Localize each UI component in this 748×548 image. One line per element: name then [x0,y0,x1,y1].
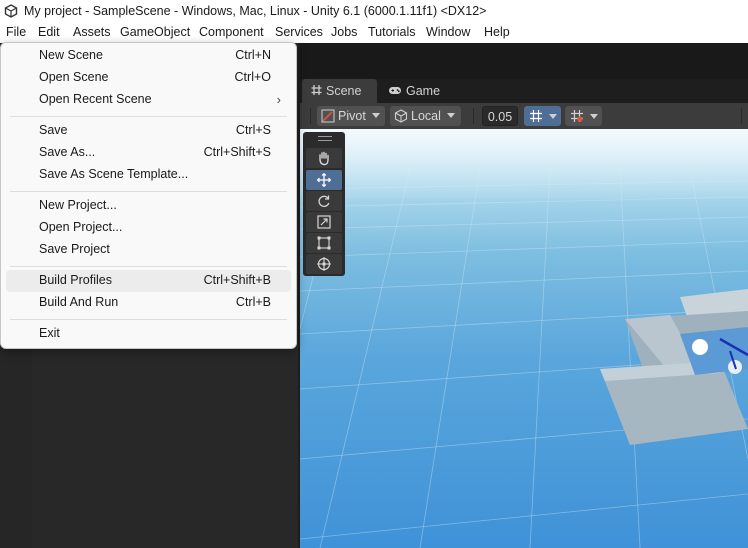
grid-visibility-toggle[interactable] [524,106,561,126]
menu-item-label: Exit [39,326,60,340]
menu-item-label: Save [39,123,68,137]
chevron-down-icon [549,114,557,119]
transform-tool[interactable] [306,254,342,274]
menu-item-save-as[interactable]: Save As... Ctrl+Shift+S [6,142,291,164]
pivot-icon [321,109,335,123]
gamepad-icon [389,87,401,94]
grid-icon [530,110,542,122]
menu-item-label: Save Project [39,242,110,256]
space-dropdown[interactable]: Local [390,106,461,126]
pivot-dropdown[interactable]: Pivot [317,106,385,126]
menu-item-build-and-run[interactable]: Build And Run Ctrl+B [6,292,291,314]
menu-item-exit[interactable]: Exit [6,323,291,345]
scene-grid-and-geometry [300,129,748,548]
menu-item-shortcut: Ctrl+N [235,48,271,62]
menu-item-open-project[interactable]: Open Project... [6,217,291,239]
menu-item-save-as-scene-template[interactable]: Save As Scene Template... [6,164,291,186]
scale-tool[interactable] [306,212,342,232]
menu-item-save-project[interactable]: Save Project [6,239,291,261]
menu-gameobject[interactable]: GameObject [120,25,190,39]
chevron-down-icon [590,114,598,119]
menu-item-build-profiles[interactable]: Build Profiles Ctrl+Shift+B [6,270,291,292]
menu-item-shortcut: Ctrl+B [235,295,271,309]
tab-scene[interactable]: Scene [302,79,377,103]
grid-hash-icon [311,85,322,95]
rotate-tool[interactable] [306,191,342,211]
menu-item-label: Build Profiles [39,273,112,287]
menu-window[interactable]: Window [426,25,470,39]
grid-snap-value[interactable]: 0.05 [482,106,518,126]
chevron-down-icon [372,113,380,118]
overlay-drag-handle[interactable] [318,136,332,141]
menu-jobs[interactable]: Jobs [331,25,357,39]
menu-item-label: Save As Scene Template... [39,167,189,181]
menu-item-save[interactable]: Save Ctrl+S [6,120,291,142]
toolbar-separator [310,108,311,124]
menu-item-label: Save As... [39,145,96,159]
menu-separator [10,266,287,267]
menu-bar: File Edit Assets GameObject Component Se… [0,23,748,43]
menu-item-label: New Project... [39,198,117,212]
menu-item-label: Open Project... [39,220,123,234]
tab-game[interactable]: Game [380,79,444,103]
pivot-label: Pivot [338,109,366,123]
grid-snapping-toggle[interactable] [565,106,602,126]
cube-icon [394,109,408,123]
menu-file[interactable]: File [6,25,26,39]
menu-item-open-recent-scene[interactable]: Open Recent Scene › [6,89,291,111]
toolbar-separator [741,108,742,124]
menu-item-label: New Scene [39,48,103,62]
menu-item-shortcut: Ctrl+Shift+S [203,145,271,159]
menu-item-label: Open Scene [39,70,109,84]
menu-edit[interactable]: Edit [38,25,60,39]
menu-item-shortcut: Ctrl+S [235,123,271,137]
transform-icon [317,257,331,271]
menu-help[interactable]: Help [484,25,510,39]
menu-item-new-project[interactable]: New Project... [6,195,291,217]
rect-transform-icon [317,236,331,250]
move-tool[interactable] [306,170,342,190]
menu-item-label: Build And Run [39,295,119,309]
menu-item-shortcut: Ctrl+Shift+B [203,273,271,287]
menu-separator [10,191,287,192]
tab-scene-label: Scene [326,84,362,98]
rotate-icon [318,195,330,207]
file-menu-dropdown: New Scene Ctrl+N Open Scene Ctrl+O Open … [0,42,297,349]
toolbar-separator [473,108,474,124]
scale-icon [317,215,331,229]
unity-logo-icon [4,4,18,18]
menu-item-open-scene[interactable]: Open Scene Ctrl+O [6,67,291,89]
grid-snap-icon [571,110,583,122]
menu-services[interactable]: Services [275,25,323,39]
hand-tool[interactable] [306,148,342,168]
window-title: My project - SampleScene - Windows, Mac,… [24,4,487,18]
chevron-down-icon [447,113,455,118]
tab-game-label: Game [406,84,441,98]
menu-component[interactable]: Component [199,25,264,39]
menu-item-label: Open Recent Scene [39,92,152,106]
menu-item-shortcut: Ctrl+O [234,70,271,84]
title-bar: My project - SampleScene - Windows, Mac,… [0,0,748,23]
space-label: Local [411,109,441,123]
rect-tool[interactable] [306,233,342,253]
scene-viewport[interactable] [300,129,748,548]
move-arrows-icon [317,173,331,187]
hand-icon [319,151,329,166]
menu-tutorials[interactable]: Tutorials [368,25,415,39]
chevron-right-icon: › [276,92,281,107]
scene-objects [600,289,748,445]
menu-separator [10,116,287,117]
menu-assets[interactable]: Assets [73,25,111,39]
menu-separator [10,319,287,320]
menu-item-new-scene[interactable]: New Scene Ctrl+N [6,45,291,67]
